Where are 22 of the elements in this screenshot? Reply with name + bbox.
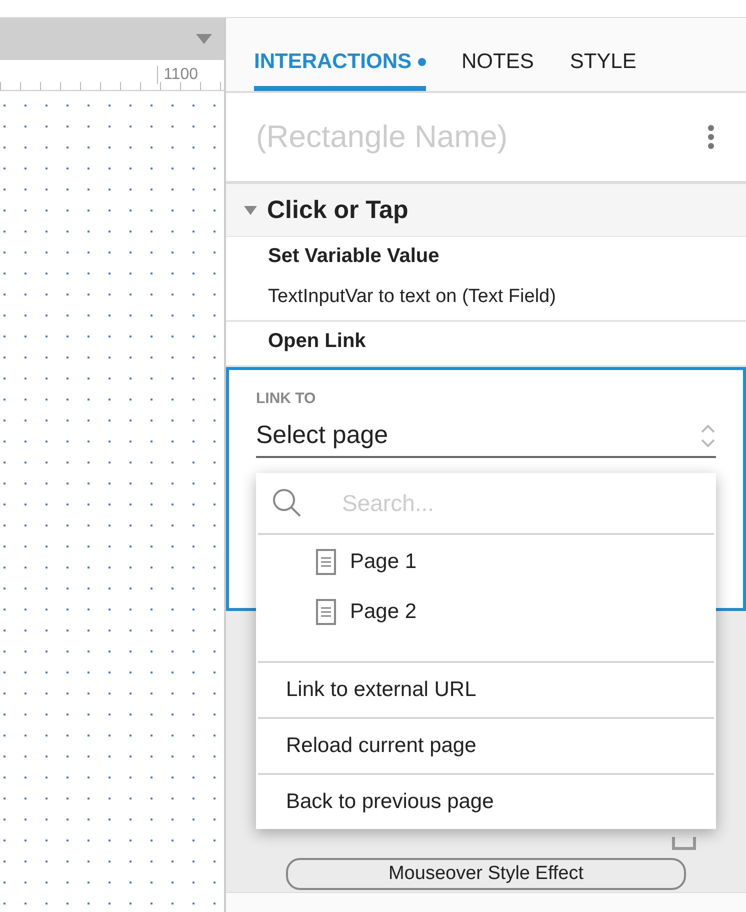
link-label: LINK TO	[256, 390, 317, 407]
page-name: Page 1	[350, 550, 417, 574]
page-select[interactable]: Select page	[256, 421, 716, 458]
panel-tab[interactable]: NOTES	[462, 50, 534, 91]
search-icon	[272, 488, 302, 518]
page-name: Page 2	[350, 600, 417, 624]
more-icon[interactable]	[708, 125, 714, 149]
link-option[interactable]: Link to external URL	[258, 663, 714, 719]
mouseover-style-button[interactable]: Mouseover Style Effect	[286, 858, 686, 890]
page-item[interactable]: Page 1	[316, 549, 714, 575]
action-detail: TextInputVar to text on (Text Field)	[268, 286, 557, 308]
ruler-label: 1100	[156, 66, 198, 84]
link-option[interactable]: Back to previous page	[258, 775, 714, 829]
link-option[interactable]: Reload current page	[258, 719, 714, 775]
document-icon	[316, 599, 336, 625]
document-icon	[316, 549, 336, 575]
panel-tab[interactable]: STYLE	[570, 50, 636, 91]
dropdown-caret-icon[interactable]	[196, 34, 212, 44]
page-item[interactable]: Page 2	[316, 599, 714, 625]
action-title[interactable]: Set Variable Value	[268, 245, 746, 268]
action-title[interactable]: Open Link	[268, 330, 746, 353]
event-header[interactable]: Click or Tap	[226, 184, 746, 237]
